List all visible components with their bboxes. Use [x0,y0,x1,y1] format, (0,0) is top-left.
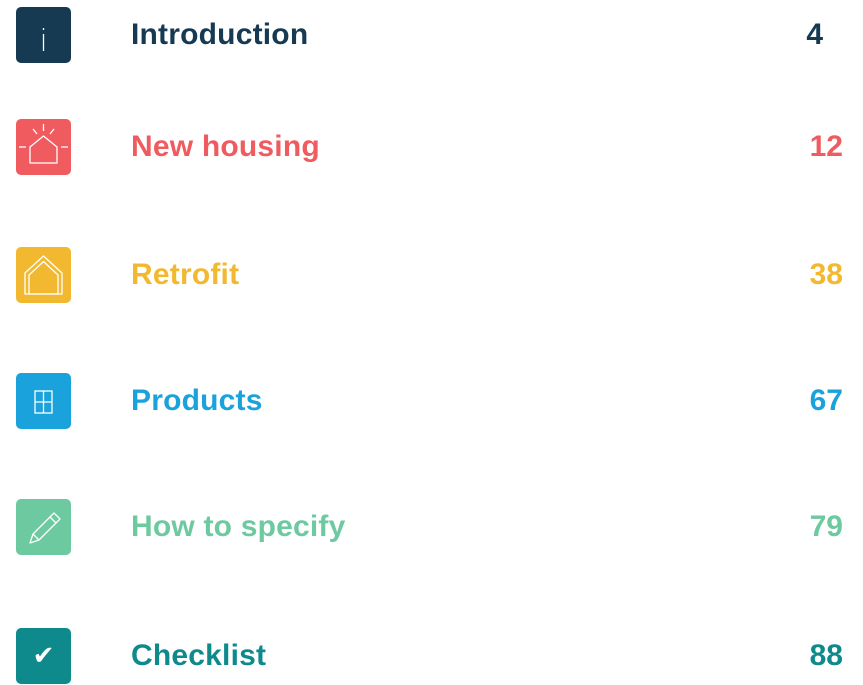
window-icon [16,373,71,429]
toc-title: How to specify [131,510,346,543]
toc-item-products[interactable]: Products 67 [0,373,863,429]
house-outline-icon [16,247,71,303]
toc-title: Introduction [131,18,309,51]
toc-item-new-housing[interactable]: New housing 12 [0,119,863,175]
checkmark-glyph: ✔ [32,641,55,671]
toc-page-number: 79 [809,510,843,543]
new-house-icon [16,119,71,175]
toc-page-number: 88 [809,639,843,672]
info-icon [16,7,71,63]
toc-item-checklist[interactable]: ✔ Checklist 88 [0,628,863,684]
toc-page-number: 4 [806,18,823,51]
toc-page-number: 67 [809,384,843,417]
toc-title: Retrofit [131,258,240,291]
toc-item-retrofit[interactable]: Retrofit 38 [0,247,863,303]
checkmark-icon: ✔ [16,628,71,684]
toc-title: Checklist [131,639,267,672]
pencil-icon [16,499,71,555]
toc-title: New housing [131,130,320,163]
toc-title: Products [131,384,263,417]
toc-page-number: 38 [809,258,843,291]
toc-item-how-to-specify[interactable]: How to specify 79 [0,499,863,555]
toc-page-number: 12 [809,130,843,163]
toc-item-introduction[interactable]: Introduction 4 [0,7,863,63]
